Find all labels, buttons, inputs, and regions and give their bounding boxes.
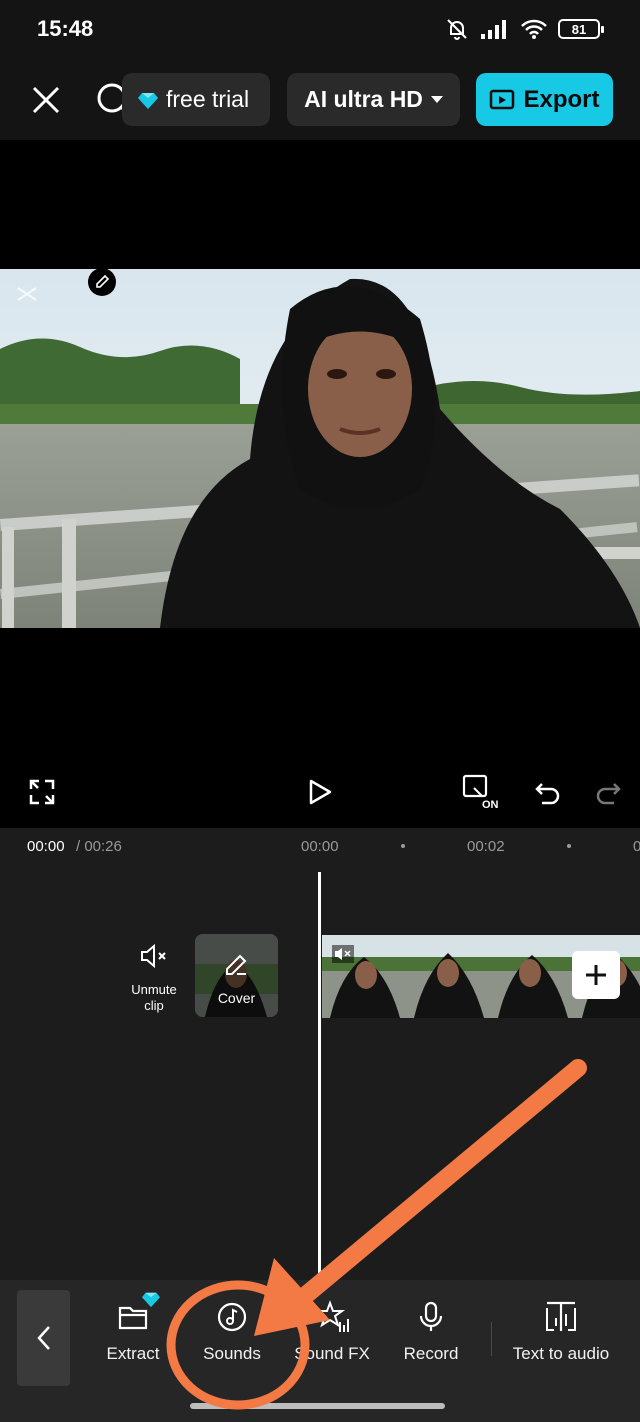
close-button[interactable] (24, 78, 68, 122)
plus-icon (586, 965, 606, 985)
ruler-label: 00:00 (301, 838, 339, 855)
status-bar: 15:48 81 (0, 0, 640, 60)
quality-selector[interactable]: AI ultra HD (287, 73, 460, 126)
chevron-left-icon (36, 1326, 50, 1350)
tool-label: Extract (106, 1344, 160, 1363)
unmute-clip-label: Unmute clip (131, 982, 177, 1013)
clip-thumbnail (406, 935, 490, 1018)
current-time: 00:00 (27, 838, 65, 855)
tool-label: Text to audio (512, 1344, 610, 1363)
speaker-muted-icon (141, 943, 166, 969)
tool-label: Sounds (203, 1344, 261, 1363)
pencil-icon (226, 954, 247, 975)
export-label: Export (523, 85, 600, 113)
watermark-icon (17, 287, 37, 301)
tool-label: Record (403, 1344, 459, 1363)
ruler-label: 0 (633, 838, 640, 855)
cover-label: Cover (217, 990, 256, 1006)
add-clip-button[interactable] (572, 951, 620, 999)
microphone-icon (419, 1301, 443, 1331)
tool-extract[interactable]: Extract (98, 1292, 168, 1380)
free-trial-label: free trial (166, 86, 250, 112)
timeline[interactable]: 00:00 / 00:26 00:00 00:02 0 Unmute clip … (0, 828, 640, 1280)
battery-indicator: 81 (558, 19, 604, 39)
music-disc-icon (217, 1302, 247, 1332)
pencil-icon (96, 274, 110, 288)
clip-thumbnail (490, 935, 574, 1018)
play-button[interactable] (298, 770, 342, 814)
editor-top-bar: free trial AI ultra HD Export (0, 60, 640, 140)
video-frame[interactable] (0, 269, 640, 628)
tool-text-to-audio[interactable]: Text to audio (505, 1300, 617, 1380)
toolbar-divider (491, 1322, 492, 1356)
edit-frame-button[interactable] (88, 268, 116, 296)
clip-thumbnail (322, 935, 406, 1018)
mute-bell-icon (447, 19, 467, 40)
status-icons: 81 (444, 14, 604, 44)
video-preview[interactable] (0, 140, 640, 760)
audio-toolbar: Extract Sounds Sound FX Record Text to a… (0, 1280, 640, 1422)
tool-label: Sound FX (294, 1344, 370, 1363)
sound-fx-icon (315, 1300, 349, 1332)
tool-sound-fx[interactable]: Sound FX (290, 1300, 374, 1380)
ruler-dot (401, 844, 405, 848)
close-icon (32, 86, 60, 114)
playhead[interactable] (318, 872, 321, 1280)
redo-button[interactable] (586, 770, 630, 814)
back-button[interactable] (17, 1290, 70, 1386)
undo-button[interactable] (526, 770, 570, 814)
tool-sounds[interactable]: Sounds (196, 1300, 268, 1380)
export-icon (490, 89, 515, 109)
ruler-dot (567, 844, 571, 848)
quality-label: AI ultra HD (304, 86, 423, 112)
fullscreen-icon (29, 779, 55, 805)
home-indicator[interactable] (190, 1403, 445, 1409)
speaker-muted-icon (332, 945, 354, 963)
export-button[interactable]: Export (476, 73, 613, 126)
video-frame-image (0, 269, 640, 628)
signal-icon (481, 20, 506, 39)
preview-on-button[interactable]: ON (460, 770, 504, 814)
play-icon (309, 779, 332, 805)
battery-level: 81 (571, 21, 587, 37)
text-to-audio-icon (546, 1301, 576, 1331)
diamond-icon (142, 1292, 160, 1308)
redo-icon (596, 783, 621, 805)
cover-button[interactable]: Cover (195, 934, 278, 1017)
undo-icon (535, 783, 560, 805)
status-time: 15:48 (37, 16, 94, 41)
playback-controls: ON (0, 760, 640, 828)
preview-on-icon: ON (462, 774, 499, 810)
fullscreen-button[interactable] (20, 770, 64, 814)
chevron-down-icon (430, 96, 443, 103)
svg-text:ON: ON (482, 799, 499, 810)
total-time: / 00:26 (76, 838, 122, 855)
ruler-label: 00:02 (467, 838, 505, 855)
free-trial-button[interactable]: free trial (122, 73, 270, 126)
diamond-icon (138, 92, 158, 109)
wifi-icon (521, 19, 547, 39)
unmute-clip-button[interactable]: Unmute clip (122, 943, 186, 1014)
tool-record[interactable]: Record (398, 1300, 464, 1380)
